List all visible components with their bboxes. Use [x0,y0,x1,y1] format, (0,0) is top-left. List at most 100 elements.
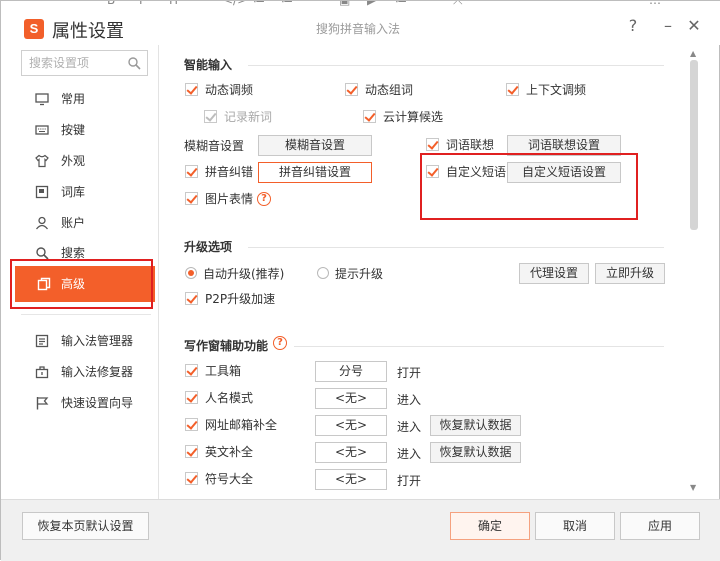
pinyin-correct-settings-button[interactable]: 拼音纠错设置 [258,162,372,183]
radio-label: 自动升级(推荐) [203,267,285,281]
checkbox-label: 人名模式 [205,391,254,405]
fuzzy-label: 模糊音设置 [184,139,245,153]
radio-label: 提示升级 [335,267,384,281]
close-button[interactable]: ✕ [683,15,705,37]
cancel-button[interactable]: 取消 [535,512,615,540]
help-button[interactable]: ? [622,15,644,37]
user-icon [35,216,49,230]
upgrade-now-button[interactable]: 立即升级 [595,263,665,284]
restore-defaults-button[interactable]: 恢复本页默认设置 [22,512,149,540]
toolbox-icon [35,366,49,379]
url-email-hotkey-field[interactable]: <无> [315,415,387,436]
name-mode-action-label: 进入 [397,393,422,407]
sidebar-item-account[interactable]: 账户 [21,210,151,236]
section-divider [294,346,664,347]
scroll-thumb[interactable] [690,60,698,230]
sidebar-item-label: 外观 [61,154,86,168]
sidebar-item-label: 按键 [61,123,86,137]
heading-icon: H [169,1,178,7]
checkbox-label: 拼音纠错 [205,165,254,179]
scroll-down-arrow-icon[interactable]: ▼ [690,483,696,492]
english-complete-action-label: 进入 [397,447,422,461]
video-icon: ▶ [367,1,376,7]
checkbox-box[interactable] [345,83,358,96]
sidebar-item-label: 输入法修复器 [61,365,134,379]
proxy-settings-button[interactable]: 代理设置 [519,263,589,284]
search-box [21,50,148,76]
checkbox-box [204,110,217,123]
sidebar-item-ime-repair[interactable]: 输入法修复器 [21,359,151,385]
english-complete-restore-button[interactable]: 恢复默认数据 [430,442,521,463]
sidebar-item-common[interactable]: 常用 [21,86,151,112]
english-complete-hotkey-field[interactable]: <无> [315,442,387,463]
radio-dot[interactable] [185,267,197,279]
checkbox-box[interactable] [185,192,198,205]
settings-content: 智能输入 动态调频 动态组词 上下文调频 记录新词 云计算候选 模糊音设置 模糊… [160,45,686,499]
checkbox-label: 云计算候选 [383,110,444,124]
section-divider [248,247,664,248]
monitor-icon [35,93,49,106]
checkbox-box[interactable] [185,292,198,305]
sidebar-item-ime-manager[interactable]: 输入法管理器 [21,328,151,354]
sidebar-item-lexicon[interactable]: 词库 [21,179,151,205]
sidebar-item-quick-setup[interactable]: 快速设置向导 [21,390,151,416]
checkbox-box[interactable] [363,110,376,123]
symbols-action-label: 打开 [397,474,422,488]
sidebar-item-label: 快速设置向导 [61,396,134,410]
checkbox-box[interactable] [185,165,198,178]
apply-button[interactable]: 应用 [620,512,700,540]
checkbox-box[interactable] [185,418,198,431]
bold-icon: B [107,1,115,7]
section-title-smart-input: 智能输入 [184,58,233,72]
list-icon: ≔ [253,1,265,7]
checkbox-box[interactable] [426,138,439,151]
checkbox-box[interactable] [185,364,198,377]
checkbox-box[interactable] [185,472,198,485]
toolbox-hotkey-field[interactable]: 分号 [315,361,387,382]
ok-button[interactable]: 确定 [450,512,530,540]
name-mode-hotkey-field[interactable]: <无> [315,388,387,409]
sidebar-divider [21,314,151,315]
section-title-upgrade: 升级选项 [184,240,233,254]
title-bar: S 属性设置 搜狗拼音输入法 ? – ✕ [1,9,720,45]
checkbox-label: 符号大全 [205,472,254,486]
more-icon: … [649,1,661,7]
url-email-action-label: 进入 [397,420,422,434]
checkbox-box[interactable] [185,391,198,404]
checkbox-box[interactable] [185,83,198,96]
checkbox-label: 工具箱 [205,364,242,378]
search-input[interactable] [22,51,122,75]
sogou-logo-icon: S [24,19,44,39]
clear-format-icon: ⤫ [453,1,463,8]
shirt-icon [35,154,49,168]
radio-dot[interactable] [317,267,329,279]
writing-help-icon[interactable]: ? [273,336,287,350]
search-icon[interactable] [128,57,141,70]
symbols-hotkey-field[interactable]: <无> [315,469,387,490]
checkbox-label: 网址邮箱补全 [205,418,278,432]
image-icon: ▣ [339,1,350,7]
settings-window: B I H ❝ </> ≔ ≔ ▣ ▶ ≔ ⤫ … S 属性设置 搜狗拼音输入法… [0,0,720,561]
checkbox-label: 词语联想 [446,138,495,152]
sidebar-item-keys[interactable]: 按键 [21,117,151,143]
table-icon: ≔ [395,1,407,7]
checkbox-label: 上下文调频 [526,83,587,97]
checkbox-box[interactable] [506,83,519,96]
checkbox-box[interactable] [185,445,198,458]
fuzzy-settings-button[interactable]: 模糊音设置 [258,135,372,156]
checkbox-label: 动态调频 [205,83,254,97]
minimize-button[interactable]: – [657,15,679,37]
content-scrollbar[interactable]: ▲ ▼ [687,47,701,497]
scroll-up-arrow-icon[interactable]: ▲ [690,49,696,58]
quote-icon: ❝ [198,1,204,7]
emoji-help-icon[interactable]: ? [257,192,271,206]
code-icon: </> [223,1,247,7]
ordered-list-icon: ≔ [281,1,293,7]
checkbox-label: 图片表情 [205,192,254,206]
sidebar-item-appearance[interactable]: 外观 [21,148,151,174]
url-email-restore-button[interactable]: 恢复默认数据 [430,415,521,436]
background-toolbar-strip: B I H ❝ </> ≔ ≔ ▣ ▶ ≔ ⤫ … [1,1,720,9]
flag-icon [36,397,49,410]
footer-bar: 恢复本页默认设置 确定 取消 应用 [1,499,720,561]
manager-icon [35,334,49,348]
